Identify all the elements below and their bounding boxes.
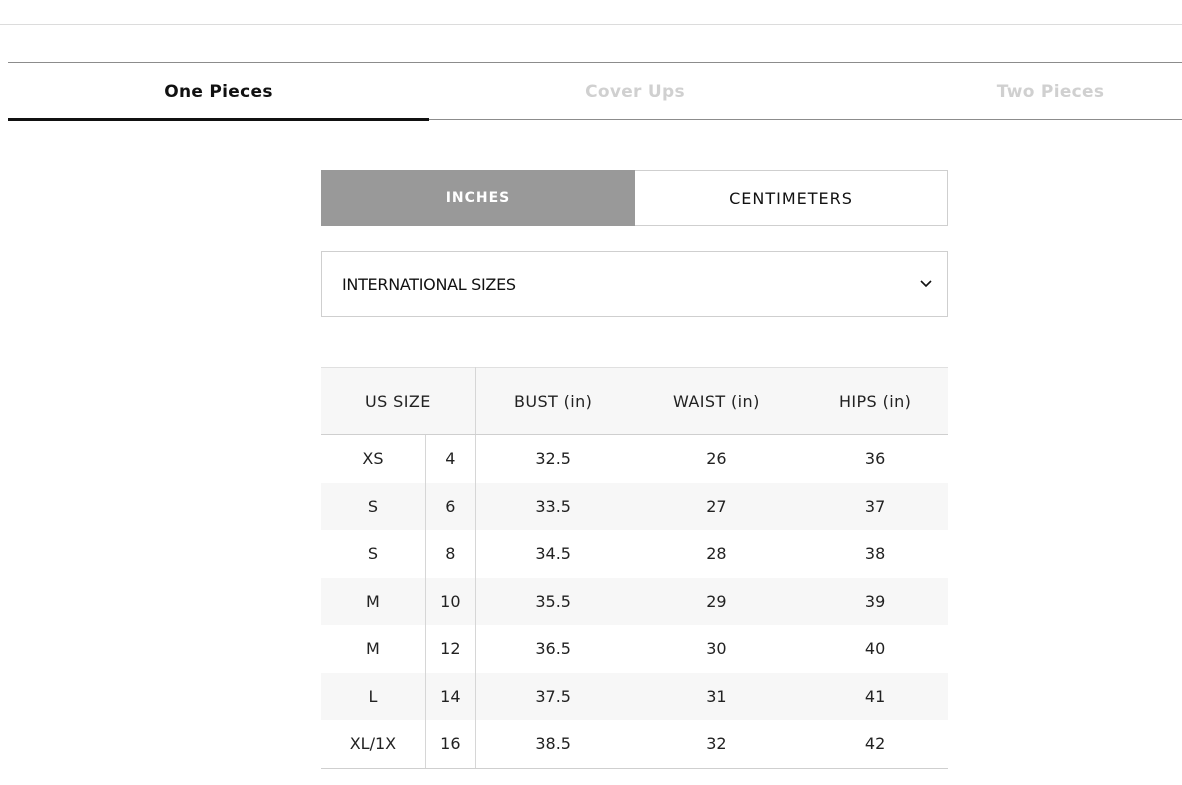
unit-toggle: INCHES CENTIMETERS xyxy=(321,170,948,226)
bust-value: 34.5 xyxy=(474,530,631,578)
hips-value: 37 xyxy=(802,482,948,530)
bust-value: 37.5 xyxy=(474,672,631,720)
bust-value: 33.5 xyxy=(474,482,631,530)
size-letter: L xyxy=(321,672,426,720)
centimeters-button[interactable]: CENTIMETERS xyxy=(635,170,948,226)
hips-value: 36 xyxy=(864,449,886,469)
active-tab-indicator xyxy=(8,118,429,121)
table-row: S 8 34.5 28 38 xyxy=(321,530,948,578)
size-letter: S xyxy=(321,482,426,530)
table-row: L 14 37.5 31 41 xyxy=(321,672,948,720)
header-hips: HIPS (in) xyxy=(802,367,948,435)
size-number: 8 xyxy=(424,530,476,578)
size-letter: XL/1X xyxy=(321,720,426,769)
table-row: M 12 36.5 30 40 xyxy=(321,625,948,673)
tab-cover-ups[interactable]: Cover Ups xyxy=(429,63,841,120)
tab-one-pieces[interactable]: One Pieces xyxy=(8,63,429,121)
inches-button[interactable]: INCHES xyxy=(321,170,635,226)
top-divider xyxy=(0,24,1182,25)
hips-value: 38 xyxy=(864,544,886,564)
hips-value: 42 xyxy=(802,720,948,769)
table-row: S 6 33.5 27 37 xyxy=(321,482,948,530)
waist-value: 26 xyxy=(706,449,727,469)
table-row: XS 4 32.5 26 36 xyxy=(321,434,948,483)
waist-value: 30 xyxy=(706,639,727,659)
size-system-value: INTERNATIONAL SIZES xyxy=(342,274,516,294)
chevron-down-icon xyxy=(919,277,933,291)
size-number: 14 xyxy=(424,672,476,720)
size-number: 4 xyxy=(424,434,476,483)
header-waist: WAIST (in) xyxy=(630,367,803,435)
category-tabs: One Pieces Cover Ups Two Pieces xyxy=(8,62,1182,121)
size-system-select[interactable]: INTERNATIONAL SIZES xyxy=(321,251,948,317)
size-chart-table: US SIZE BUST (in) WAIST (in) HIPS (in) X… xyxy=(321,367,948,769)
waist-value: 29 xyxy=(630,577,803,625)
table-header-row: US SIZE BUST (in) WAIST (in) HIPS (in) xyxy=(321,367,948,435)
table-row: M 10 35.5 29 39 xyxy=(321,577,948,625)
hips-value: 40 xyxy=(864,639,886,659)
table-row: XL/1X 16 38.5 32 42 xyxy=(321,720,948,769)
bust-value: 32.5 xyxy=(474,434,631,483)
waist-value: 32 xyxy=(630,720,803,769)
size-letter: M xyxy=(366,639,380,659)
size-number: 10 xyxy=(424,577,476,625)
hips-value: 39 xyxy=(802,577,948,625)
size-letter: XS xyxy=(362,449,384,469)
bust-value: 35.5 xyxy=(474,577,631,625)
bust-value: 36.5 xyxy=(474,625,631,673)
header-us-size: US SIZE xyxy=(321,367,476,435)
tab-label: Two Pieces xyxy=(996,81,1105,102)
size-letter: M xyxy=(321,577,426,625)
size-letter: S xyxy=(367,544,378,564)
size-number: 12 xyxy=(424,625,476,673)
bust-value: 38.5 xyxy=(474,720,631,769)
waist-value: 27 xyxy=(630,482,803,530)
header-bust: BUST (in) xyxy=(475,367,631,435)
tab-label: Cover Ups xyxy=(585,81,685,102)
size-number: 6 xyxy=(424,482,476,530)
tab-label: One Pieces xyxy=(164,81,273,102)
waist-value: 31 xyxy=(630,672,803,720)
size-number: 16 xyxy=(424,720,476,769)
tab-two-pieces[interactable]: Two Pieces xyxy=(841,63,1182,120)
waist-value: 28 xyxy=(706,544,727,564)
hips-value: 41 xyxy=(802,672,948,720)
